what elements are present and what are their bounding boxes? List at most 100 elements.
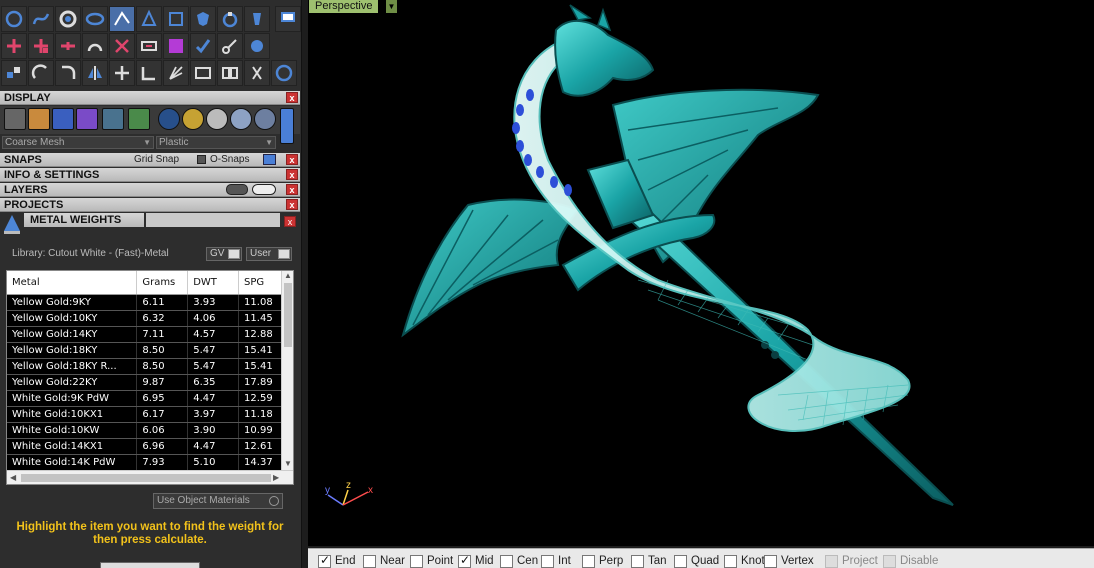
close-icon[interactable]: x [286, 199, 298, 210]
close-icon[interactable]: x [286, 154, 298, 165]
sphere-tool-icon[interactable] [244, 33, 270, 59]
snap-project[interactable]: Project [825, 554, 878, 568]
arc-tool-icon[interactable] [82, 33, 108, 59]
trim-tool-icon[interactable] [109, 33, 135, 59]
checkbox-icon[interactable] [458, 553, 471, 568]
snap-mid[interactable]: Mid [458, 553, 494, 568]
add-point-icon[interactable] [1, 33, 27, 59]
col-grams[interactable]: Grams [136, 271, 189, 295]
mirror-tool-icon[interactable] [82, 60, 108, 86]
circle-tool-icon[interactable] [1, 6, 27, 32]
checkbox-icon[interactable] [582, 554, 595, 568]
layer-lock-icon[interactable] [226, 184, 248, 195]
chrome-material-icon[interactable] [230, 108, 252, 130]
close-icon[interactable]: x [286, 184, 298, 195]
split-tool-icon[interactable] [163, 33, 189, 59]
table-row[interactable]: Yellow Gold:18KY 8.50 5.47 15.41 [7, 342, 283, 359]
calculate-button[interactable] [100, 562, 200, 568]
grid-snap-toggle[interactable] [197, 155, 206, 164]
use-object-materials[interactable]: Use Object Materials [153, 493, 283, 509]
table-row[interactable]: White Gold:9K PdW 6.95 4.47 12.59 [7, 390, 283, 407]
checkbox-icon[interactable] [500, 554, 513, 568]
fillet-tool-icon[interactable] [55, 60, 81, 86]
checkbox-icon[interactable] [764, 554, 777, 568]
user-toggle[interactable]: User [246, 247, 292, 261]
move-tool-icon[interactable] [109, 60, 135, 86]
vertical-scrollbar[interactable]: ▲ ▼ [281, 271, 293, 471]
col-spg[interactable]: SPG [238, 271, 283, 295]
display-header[interactable]: DISPLAY x [0, 91, 300, 105]
snap-near[interactable]: Near [363, 554, 405, 568]
scissor-tool-icon[interactable] [217, 33, 243, 59]
close-icon[interactable]: x [286, 92, 298, 103]
table-row[interactable]: Yellow Gold:10KY 6.32 4.06 11.45 [7, 310, 283, 327]
horizontal-scrollbar[interactable]: ◀ ▶ [7, 470, 293, 484]
scroll-thumb[interactable] [284, 283, 292, 347]
eye-icon[interactable] [252, 184, 276, 195]
col-metal[interactable]: Metal [7, 271, 138, 295]
gold-material-icon[interactable] [182, 108, 204, 130]
join-tool-icon[interactable] [136, 33, 162, 59]
osnaps-label[interactable]: O-Snaps [210, 153, 249, 167]
bail-tool-icon[interactable] [244, 6, 270, 32]
checkbox-icon[interactable] [410, 554, 423, 568]
checkbox-icon[interactable] [541, 554, 554, 568]
array-tool-icon[interactable] [163, 60, 189, 86]
snap-quad[interactable]: Quad [674, 554, 719, 568]
silver-material-icon[interactable] [206, 108, 228, 130]
table-row[interactable]: White Gold:10KW 6.06 3.90 10.99 [7, 422, 283, 439]
circle-outline-icon[interactable] [271, 60, 297, 86]
check-tool-icon[interactable] [190, 33, 216, 59]
projects-header[interactable]: PROJECTS x [0, 198, 300, 212]
gv-toggle[interactable]: GV [206, 247, 242, 261]
table-row[interactable]: Yellow Gold:22KY 9.87 6.35 17.89 [7, 374, 283, 391]
rotate-tool-icon[interactable] [28, 60, 54, 86]
table-row[interactable]: Yellow Gold:18KY R... 8.50 5.47 15.41 [7, 358, 283, 375]
table-row[interactable]: Yellow Gold:14KY 7.11 4.57 12.88 [7, 326, 283, 343]
snap-cen[interactable]: Cen [500, 554, 538, 568]
mesh-select[interactable]: Coarse Mesh ▼ [2, 136, 154, 149]
insert-point-icon[interactable] [55, 33, 81, 59]
close-icon[interactable]: x [284, 216, 296, 227]
freeform-tool-icon[interactable] [28, 6, 54, 32]
display-toggle[interactable] [280, 108, 294, 144]
blue-material-icon[interactable] [158, 108, 180, 130]
shaded-mesh-icon[interactable] [28, 108, 50, 130]
snap-disable[interactable]: Disable [883, 554, 938, 568]
snap-perp[interactable]: Perp [582, 554, 623, 568]
panel-toggle-icon[interactable] [275, 6, 301, 32]
snap-end[interactable]: End [318, 553, 355, 568]
ungroup-tool-icon[interactable] [217, 60, 243, 86]
torus-tool-icon[interactable] [82, 6, 108, 32]
checkbox-icon[interactable] [631, 554, 644, 568]
gem-tool-icon[interactable] [217, 6, 243, 32]
perspective-viewport[interactable]: Perspective ▼ y z x [308, 0, 1094, 546]
checkbox-icon[interactable] [318, 553, 331, 568]
table-row[interactable]: White Gold:14KX1 6.96 4.47 12.61 [7, 438, 283, 455]
cone-tool-icon[interactable] [136, 6, 162, 32]
hscroll-thumb[interactable] [21, 474, 271, 482]
snap-vertex[interactable]: Vertex [764, 554, 814, 568]
checkbox-icon[interactable] [825, 554, 838, 568]
table-row[interactable]: White Gold:10KX1 6.17 3.97 11.18 [7, 406, 283, 423]
osnaps-toggle[interactable] [263, 154, 276, 165]
checkbox-icon[interactable] [674, 554, 687, 568]
shield-tool-icon[interactable] [190, 6, 216, 32]
material-select[interactable]: Plastic ▼ [156, 136, 276, 149]
snap-tan[interactable]: Tan [631, 554, 667, 568]
group-tool-icon[interactable] [190, 60, 216, 86]
grid-icon[interactable] [128, 108, 150, 130]
snap-knot[interactable]: Knot [724, 554, 765, 568]
curve-tool-icon[interactable] [109, 6, 135, 32]
scroll-down-icon[interactable]: ▼ [284, 459, 292, 468]
raytrace-icon[interactable] [102, 108, 124, 130]
checkbox-icon[interactable] [883, 554, 896, 568]
boxes-tool-icon[interactable] [1, 60, 27, 86]
scroll-right-icon[interactable]: ▶ [273, 473, 279, 482]
table-row[interactable]: Yellow Gold:9KY 6.11 3.93 11.08 [7, 294, 283, 311]
info-header[interactable]: INFO & SETTINGS x [0, 168, 300, 182]
glass-material-icon[interactable] [254, 108, 276, 130]
snap-point[interactable]: Point [410, 554, 453, 568]
checkbox-icon[interactable] [724, 554, 737, 568]
snap-int[interactable]: Int [541, 554, 571, 568]
